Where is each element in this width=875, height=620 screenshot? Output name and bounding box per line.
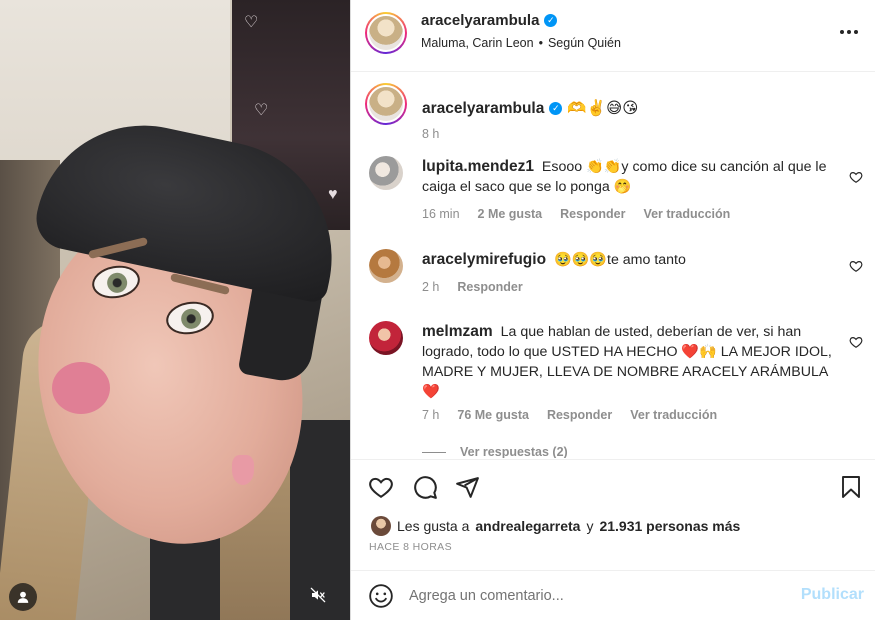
author-avatar[interactable] <box>365 83 407 125</box>
comment-meta: 16 min 2 Me gusta Responder Ver traducci… <box>422 207 730 221</box>
smiley-icon[interactable] <box>368 583 394 609</box>
caption-time[interactable]: 8 h <box>422 127 439 141</box>
comment-bubble-icon <box>414 476 437 499</box>
verified-badge-icon: ✓ <box>549 102 563 115</box>
comment-text: 🥹🥹🥹te amo tanto <box>554 252 686 268</box>
commenter-avatar[interactable] <box>369 321 403 355</box>
translate-button[interactable]: Ver traducción <box>630 408 717 422</box>
heart-doodle: ♡ <box>244 14 259 31</box>
comment-likes[interactable]: 2 Me gusta <box>478 207 543 221</box>
heart-outline-icon <box>369 477 393 498</box>
audio-source[interactable]: Según Quién <box>548 36 621 50</box>
view-replies-label: Ver respuestas (2) <box>460 445 568 458</box>
likes-summary[interactable]: Les gusta a andrealegarreta y 21.931 per… <box>371 516 740 536</box>
comment-body: melmzam La que hablan de usted, deberían… <box>422 322 842 402</box>
post-details-panel: aracelyarambula ✓ Maluma, Carin Leon • Seg… <box>350 0 875 620</box>
add-comment-bar: Publicar <box>351 570 875 620</box>
reply-button[interactable]: Responder <box>457 280 522 294</box>
comment-like-heart-icon[interactable] <box>849 259 863 273</box>
audio-artists[interactable]: Maluma, Carin Leon <box>421 36 534 50</box>
view-replies-button[interactable]: Ver respuestas (2) <box>422 445 568 458</box>
comment-button[interactable] <box>411 473 439 501</box>
likes-connector: y <box>586 518 594 534</box>
action-bar <box>351 459 875 513</box>
like-button[interactable] <box>367 473 395 501</box>
user-icon <box>17 591 29 603</box>
comment-meta: 2 h Responder <box>422 280 523 294</box>
commenter-avatar[interactable] <box>369 156 403 190</box>
author-username-row: aracelyarambula ✓ <box>421 12 558 29</box>
caption-username[interactable]: aracelyarambula <box>422 100 544 118</box>
author-avatar[interactable] <box>365 12 407 54</box>
liker-avatar <box>371 516 391 536</box>
post-header: aracelyarambula ✓ Maluma, Carin Leon • Seg… <box>351 0 875 72</box>
post-timestamp[interactable]: HACE 8 HORAS <box>369 541 452 553</box>
save-button[interactable] <box>837 473 865 501</box>
likes-others[interactable]: 21.931 personas más <box>599 518 740 534</box>
comment-body: lupita.mendez1 Esooo 👏👏y como dice su ca… <box>422 157 842 197</box>
likes-prefix: Les gusta a <box>397 518 470 534</box>
comment-username[interactable]: lupita.mendez1 <box>422 158 534 175</box>
tagged-users-button[interactable] <box>9 583 37 611</box>
post-video[interactable]: ♡ ♡ ♥ <box>0 0 350 620</box>
more-horizontal-icon <box>840 30 844 34</box>
comment-time[interactable]: 2 h <box>422 280 439 294</box>
translate-button[interactable]: Ver traducción <box>643 207 730 221</box>
muted-speaker-icon <box>310 587 326 603</box>
comment-like-heart-icon[interactable] <box>849 335 863 349</box>
comment-time[interactable]: 16 min <box>422 207 460 221</box>
paper-plane-icon <box>455 476 479 498</box>
comment-input[interactable] <box>409 585 769 607</box>
bookmark-icon <box>842 476 860 498</box>
comments-list[interactable]: aracelyarambula ✓ 🫶✌️😅😘 8 h lupita.mende… <box>351 73 875 458</box>
earring <box>232 455 254 485</box>
caption-line: aracelyarambula ✓ 🫶✌️😅😘 <box>422 99 638 118</box>
heart-doodle: ♡ <box>254 102 269 119</box>
divider-line <box>422 451 446 453</box>
comment-time[interactable]: 7 h <box>422 408 439 422</box>
heart-doodle: ♥ <box>328 186 338 203</box>
commenter-avatar[interactable] <box>369 249 403 283</box>
publish-button[interactable]: Publicar <box>801 586 864 604</box>
mute-button[interactable] <box>304 581 332 609</box>
comment-username[interactable]: aracelymirefugio <box>422 251 546 268</box>
caption-text: 🫶✌️😅😘 <box>567 100 639 117</box>
comment-meta: 7 h 76 Me gusta Responder Ver traducción <box>422 408 717 422</box>
more-options-button[interactable] <box>838 22 860 42</box>
reply-button[interactable]: Responder <box>560 207 625 221</box>
comment-body: aracelymirefugio 🥹🥹🥹te amo tanto <box>422 250 842 270</box>
reply-button[interactable]: Responder <box>547 408 612 422</box>
comment-username[interactable]: melmzam <box>422 323 493 340</box>
verified-badge-icon: ✓ <box>544 14 558 27</box>
comment-likes[interactable]: 76 Me gusta <box>457 408 529 422</box>
liker-username[interactable]: andrealegarreta <box>475 518 580 534</box>
share-button[interactable] <box>453 473 481 501</box>
lips <box>52 362 110 414</box>
audio-info: Maluma, Carin Leon • Según Quién <box>421 36 621 50</box>
separator: • <box>538 36 543 50</box>
author-username[interactable]: aracelyarambula <box>421 12 539 29</box>
comment-like-heart-icon[interactable] <box>849 170 863 184</box>
